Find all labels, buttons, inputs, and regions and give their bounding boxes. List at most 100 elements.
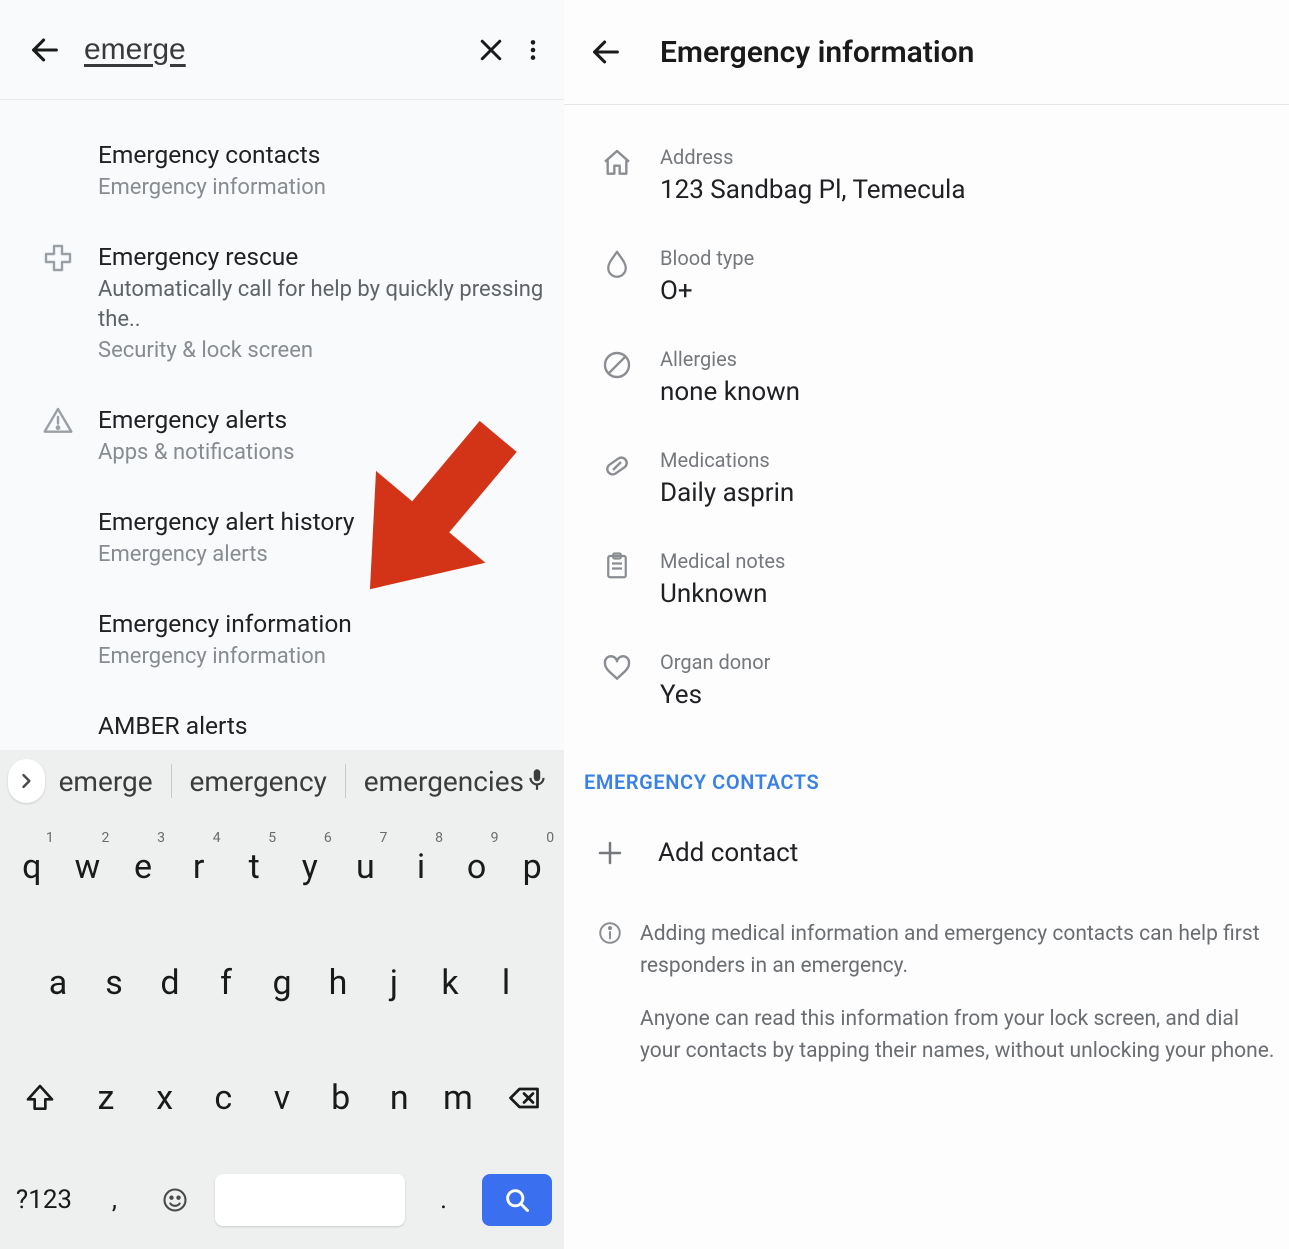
- result-title: Emergency contacts: [98, 138, 546, 171]
- add-contact-button[interactable]: Add contact: [564, 812, 1289, 894]
- field-blood-type[interactable]: Blood type O+: [564, 226, 1289, 327]
- key-f[interactable]: f: [202, 944, 250, 1022]
- back-arrow-icon: [28, 33, 62, 67]
- clear-search-button[interactable]: [470, 26, 512, 74]
- result-icon-slot: [18, 607, 98, 609]
- key-comma[interactable]: ,: [94, 1165, 134, 1235]
- search-input[interactable]: [84, 33, 470, 67]
- key-m[interactable]: m: [434, 1059, 482, 1137]
- field-label: Organ donor: [660, 648, 770, 676]
- field-label: Medications: [660, 446, 794, 474]
- keyboard-row-1: 1q 2w 3e 4r 5t 6y 7u 8i 9o 0p: [4, 828, 560, 906]
- key-search[interactable]: [482, 1174, 552, 1226]
- key-emoji[interactable]: [153, 1165, 197, 1235]
- keyboard-suggestions: emerge emergency emergencies: [0, 750, 564, 812]
- suggestion-1[interactable]: emerge: [59, 765, 153, 798]
- key-h[interactable]: h: [314, 944, 362, 1022]
- field-label: Allergies: [660, 345, 800, 373]
- key-k[interactable]: k: [426, 944, 474, 1022]
- result-emergency-rescue[interactable]: Emergency rescue Automatically call for …: [0, 222, 564, 385]
- suggestion-2[interactable]: emergency: [189, 765, 326, 798]
- collapse-keyboard-button[interactable]: [8, 759, 45, 803]
- key-shift[interactable]: [9, 1059, 71, 1137]
- medical-icon: [42, 242, 74, 274]
- slash-circle-icon: [601, 349, 633, 381]
- result-emergency-alerts[interactable]: Emergency alerts Apps & notifications: [0, 385, 564, 487]
- key-g[interactable]: g: [258, 944, 306, 1022]
- result-emergency-information[interactable]: Emergency information Emergency informat…: [0, 589, 564, 691]
- key-a[interactable]: a: [34, 944, 82, 1022]
- key-period[interactable]: .: [424, 1165, 464, 1235]
- key-n[interactable]: n: [375, 1059, 423, 1137]
- key-l[interactable]: l: [482, 944, 530, 1022]
- key-y[interactable]: 6y: [286, 828, 334, 906]
- keyboard-row-3: z x c v b n m: [4, 1059, 560, 1137]
- key-e[interactable]: 3e: [119, 828, 167, 906]
- result-icon-slot: [18, 138, 98, 140]
- field-address[interactable]: Address 123 Sandbag Pl, Temecula: [564, 125, 1289, 226]
- result-title: AMBER alerts: [98, 709, 546, 742]
- pill-icon: [601, 450, 633, 482]
- smiley-icon: [161, 1186, 189, 1214]
- info-note: Adding medical information and emergency…: [564, 894, 1289, 1078]
- result-subtitle: Emergency information: [98, 173, 546, 204]
- key-p[interactable]: 0p: [508, 828, 556, 906]
- suggestion-3[interactable]: emergencies: [364, 765, 524, 798]
- field-medications[interactable]: Medications Daily asprin: [564, 428, 1289, 529]
- field-organ-donor[interactable]: Organ donor Yes: [564, 630, 1289, 731]
- back-button[interactable]: [24, 26, 66, 74]
- key-w[interactable]: 2w: [63, 828, 111, 906]
- key-backspace[interactable]: [493, 1059, 555, 1137]
- field-allergies[interactable]: Allergies none known: [564, 327, 1289, 428]
- key-symbols[interactable]: ?123: [12, 1165, 76, 1235]
- search-icon: [503, 1186, 531, 1214]
- close-icon: [476, 35, 506, 65]
- key-c[interactable]: c: [199, 1059, 247, 1137]
- result-icon-slot: [18, 709, 98, 711]
- voice-input-button[interactable]: [524, 766, 550, 796]
- drop-icon: [602, 248, 632, 278]
- result-description: Automatically call for help by quickly p…: [98, 275, 546, 334]
- search-results: Emergency contacts Emergency information…: [0, 100, 564, 742]
- key-u[interactable]: 7u: [341, 828, 389, 906]
- key-o[interactable]: 9o: [453, 828, 501, 906]
- key-b[interactable]: b: [317, 1059, 365, 1137]
- overflow-menu-button[interactable]: [512, 26, 554, 74]
- warning-icon: [42, 405, 74, 437]
- divider: [345, 764, 346, 798]
- info-paragraph-2: Anyone can read this information from yo…: [640, 1003, 1283, 1068]
- result-title: Emergency alerts: [98, 403, 546, 436]
- home-icon: [601, 147, 633, 179]
- keyboard: 1q 2w 3e 4r 5t 6y 7u 8i 9o 0p a s d f g …: [0, 812, 564, 1249]
- result-icon-slot: [18, 505, 98, 507]
- result-subtitle: Emergency alerts: [98, 540, 546, 571]
- back-button[interactable]: [582, 28, 630, 76]
- field-value: Yes: [660, 678, 770, 713]
- key-z[interactable]: z: [82, 1059, 130, 1137]
- field-value: Daily asprin: [660, 476, 794, 511]
- key-i[interactable]: 8i: [397, 828, 445, 906]
- result-amber-alerts[interactable]: AMBER alerts: [0, 691, 564, 742]
- result-title: Emergency information: [98, 607, 546, 640]
- right-pane: Emergency information Address 123 Sandba…: [564, 0, 1289, 1249]
- field-medical-notes[interactable]: Medical notes Unknown: [564, 529, 1289, 630]
- key-j[interactable]: j: [370, 944, 418, 1022]
- key-r[interactable]: 4r: [175, 828, 223, 906]
- left-pane: Emergency contacts Emergency information…: [0, 0, 564, 1249]
- key-space[interactable]: [215, 1174, 405, 1226]
- mic-icon: [524, 766, 550, 792]
- field-value: none known: [660, 375, 800, 410]
- key-s[interactable]: s: [90, 944, 138, 1022]
- keyboard-row-2: a s d f g h j k l: [4, 944, 560, 1022]
- backspace-icon: [506, 1080, 542, 1116]
- right-header: Emergency information: [564, 0, 1289, 105]
- key-t[interactable]: 5t: [230, 828, 278, 906]
- result-subtitle: Security & lock screen: [98, 336, 546, 367]
- result-alert-history[interactable]: Emergency alert history Emergency alerts: [0, 487, 564, 589]
- field-label: Medical notes: [660, 547, 785, 575]
- key-v[interactable]: v: [258, 1059, 306, 1137]
- key-q[interactable]: 1q: [8, 828, 56, 906]
- result-emergency-contacts[interactable]: Emergency contacts Emergency information: [0, 120, 564, 222]
- key-d[interactable]: d: [146, 944, 194, 1022]
- key-x[interactable]: x: [141, 1059, 189, 1137]
